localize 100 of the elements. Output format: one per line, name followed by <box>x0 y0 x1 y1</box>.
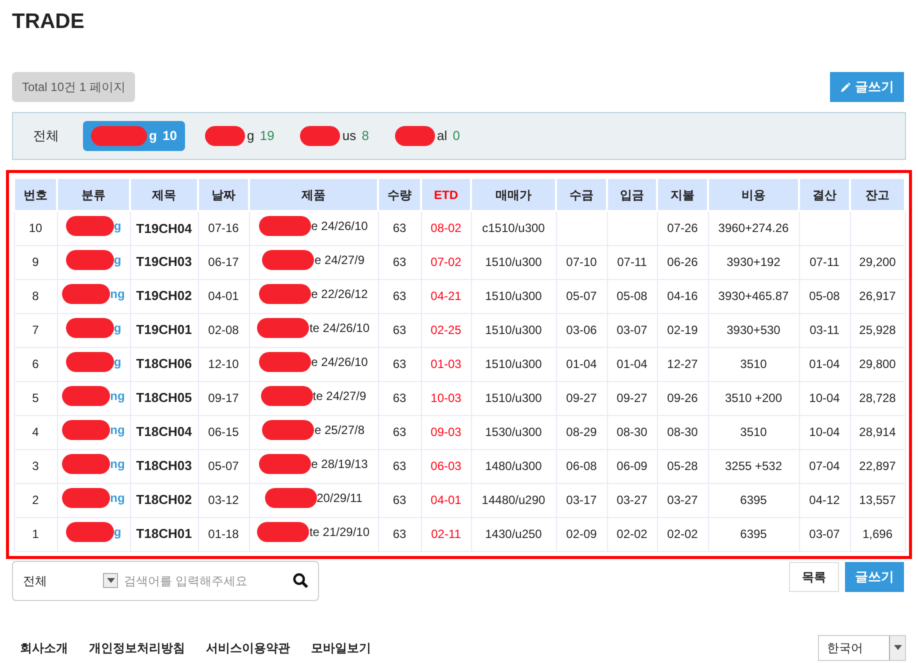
total-count-label: Total 10건 1 페이지 <box>12 72 136 102</box>
table-cell: 12-27 <box>657 347 708 381</box>
table-cell: 63 <box>378 211 421 245</box>
table-cell: 02-08 <box>198 313 249 347</box>
table-cell: 09-03 <box>421 415 471 449</box>
column-header: 매매가 <box>471 178 556 211</box>
search-field[interactable]: 검색어를 입력해주세요 <box>124 572 293 590</box>
language-select[interactable]: 한국어 <box>818 634 906 660</box>
table-cell: 1 <box>14 517 57 551</box>
footer-link[interactable]: 회사소개 <box>20 638 68 656</box>
table-cell: 01-03 <box>421 347 471 381</box>
table-cell: 08-29 <box>556 415 607 449</box>
table-cell: 02-02 <box>607 517 657 551</box>
table-cell[interactable]: T19CH01 <box>130 313 198 347</box>
redaction-mark <box>257 318 310 338</box>
table-cell: 05-08 <box>799 279 850 313</box>
table-cell: 20/29/11 <box>249 483 378 517</box>
table-cell: 1,696 <box>850 517 905 551</box>
redaction-mark <box>66 216 114 236</box>
table-cell: 1510/u300 <box>471 347 556 381</box>
table-cell: e 24/26/10 <box>249 347 378 381</box>
table-cell: 10 <box>14 211 57 245</box>
table-cell[interactable]: T18CH03 <box>130 449 198 483</box>
table-cell[interactable]: T19CH02 <box>130 279 198 313</box>
table-cell: 3510 <box>708 347 799 381</box>
table-cell: 07-16 <box>198 211 249 245</box>
redaction-mark <box>262 420 314 440</box>
redaction-mark <box>205 126 246 146</box>
table-cell[interactable]: T18CH01 <box>130 517 198 551</box>
filter-all-label[interactable]: 전체 <box>33 126 59 146</box>
table-cell: 03-27 <box>607 483 657 517</box>
filter-tab[interactable]: us 8 <box>294 126 375 146</box>
table-cell: 1510/u300 <box>471 381 556 415</box>
table-cell: 1480/u300 <box>471 449 556 483</box>
table-cell[interactable]: T18CH02 <box>130 483 198 517</box>
table-cell: g <box>57 245 130 279</box>
table-cell: 29,200 <box>850 245 905 279</box>
table-cell: 28,728 <box>850 381 905 415</box>
table-cell: 26,917 <box>850 279 905 313</box>
table-cell: 8 <box>14 279 57 313</box>
table-cell[interactable]: T19CH04 <box>130 211 198 245</box>
redaction-mark <box>62 284 110 304</box>
table-cell[interactable]: T19CH03 <box>130 245 198 279</box>
table-cell: 04-21 <box>421 279 471 313</box>
redaction-mark <box>259 284 312 304</box>
table-cell: ng <box>57 483 130 517</box>
scope-select[interactable]: 전체 <box>23 572 118 590</box>
table-cell: 05-07 <box>556 279 607 313</box>
table-cell[interactable]: T18CH06 <box>130 347 198 381</box>
table-cell: 1510/u300 <box>471 313 556 347</box>
table-cell: 02-11 <box>421 517 471 551</box>
table-cell: 06-17 <box>198 245 249 279</box>
page-title: TRADE <box>12 9 84 35</box>
list-button[interactable]: 목록 <box>789 562 839 592</box>
table-cell: 7 <box>14 313 57 347</box>
filter-tab[interactable]: g 19 <box>199 126 280 146</box>
table-cell: 28,914 <box>850 415 905 449</box>
table-cell: 25,928 <box>850 313 905 347</box>
table-cell[interactable]: T18CH05 <box>130 381 198 415</box>
table-cell: 1510/u300 <box>471 279 556 313</box>
column-header: 날짜 <box>198 178 249 211</box>
table-cell: 22,897 <box>850 449 905 483</box>
column-header: 수금 <box>556 178 607 211</box>
footer-link[interactable]: 모바일보기 <box>311 638 371 656</box>
redaction-mark <box>259 352 312 372</box>
table-cell: 63 <box>378 381 421 415</box>
redaction-mark <box>264 488 317 508</box>
table-cell: 04-16 <box>657 279 708 313</box>
column-header: ETD <box>421 178 471 211</box>
table-cell: g <box>57 313 130 347</box>
table-cell: 4 <box>14 415 57 449</box>
table-cell: 07-11 <box>607 245 657 279</box>
search-icon[interactable] <box>293 573 308 588</box>
table-cell <box>607 211 657 245</box>
footer-link[interactable]: 서비스이용약관 <box>206 638 290 656</box>
redaction-mark <box>257 522 310 542</box>
redaction-mark <box>259 216 312 236</box>
redaction-mark <box>66 250 114 270</box>
table-cell: 05-08 <box>607 279 657 313</box>
dropdown-icon <box>889 636 905 660</box>
table-cell: 09-27 <box>556 381 607 415</box>
table-cell[interactable]: T18CH04 <box>130 415 198 449</box>
table-cell: 01-04 <box>607 347 657 381</box>
table-cell: 06-15 <box>198 415 249 449</box>
table-cell: 2 <box>14 483 57 517</box>
table-cell: 03-17 <box>556 483 607 517</box>
table-cell: 04-01 <box>198 279 249 313</box>
column-header: 지불 <box>657 178 708 211</box>
table-cell <box>556 211 607 245</box>
table-cell: 06-03 <box>421 449 471 483</box>
footer-link[interactable]: 개인정보처리방침 <box>89 638 185 656</box>
column-header: 잔고 <box>850 178 905 211</box>
table-cell: 3930+465.87 <box>708 279 799 313</box>
table-cell: 14480/u290 <box>471 483 556 517</box>
table-cell: e 22/26/12 <box>249 279 378 313</box>
table-cell: 63 <box>378 347 421 381</box>
column-header: 분류 <box>57 178 130 211</box>
table-cell: 63 <box>378 415 421 449</box>
table-cell: 03-27 <box>657 483 708 517</box>
filter-tab[interactable]: al 0 <box>388 126 466 146</box>
